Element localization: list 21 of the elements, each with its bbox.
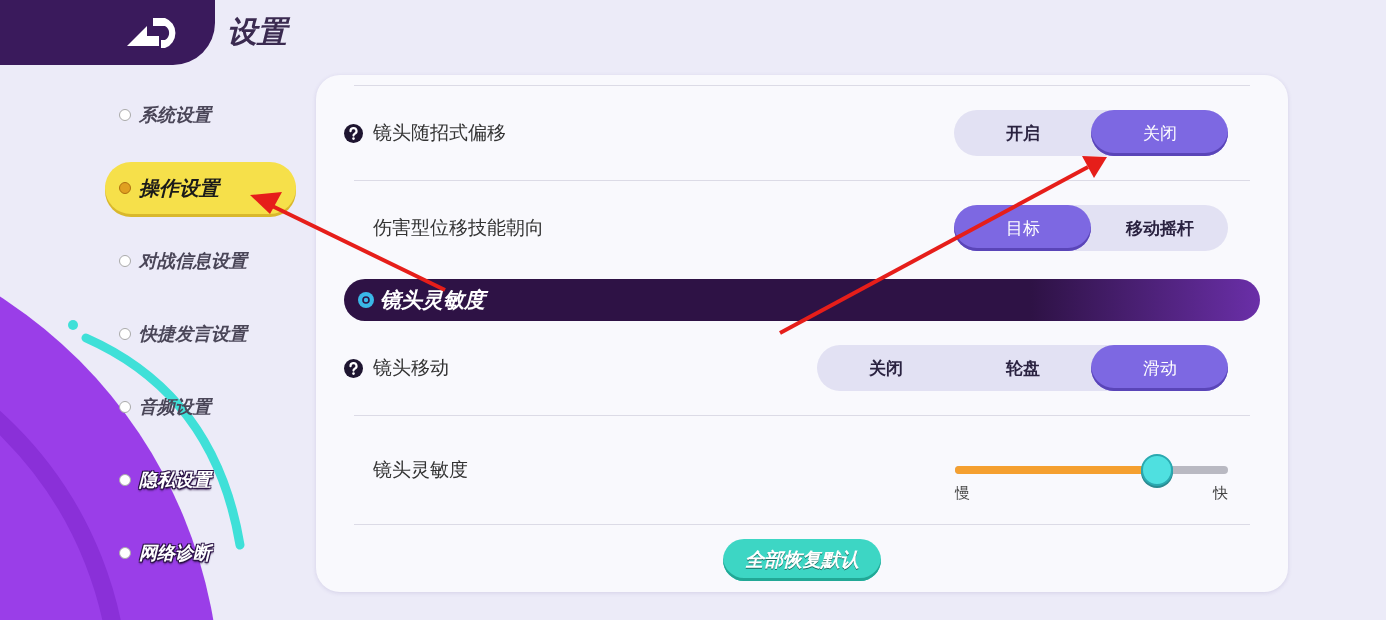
ball-icon <box>358 292 374 308</box>
max-label: 快 <box>1213 483 1228 503</box>
option-tab[interactable]: 滑动 <box>1091 345 1228 391</box>
nav-item[interactable]: 系统设置 <box>105 89 296 141</box>
nav-item[interactable]: 操作设置 <box>105 162 296 214</box>
option-tab[interactable]: 开启 <box>954 110 1091 156</box>
setting-label: 镜头移动 <box>373 355 449 380</box>
setting-label: 镜头灵敏度 <box>373 457 468 482</box>
option-tab[interactable]: 轮盘 <box>954 345 1091 391</box>
option-tab[interactable]: 移动摇杆 <box>1091 205 1228 251</box>
help-icon[interactable] <box>344 358 363 378</box>
slider-thumb[interactable] <box>1141 453 1173 486</box>
help-icon[interactable] <box>344 123 363 143</box>
min-label: 慢 <box>955 483 970 503</box>
option-tab[interactable]: 关闭 <box>1091 110 1228 156</box>
nav-item[interactable]: 对战信息设置 <box>105 235 296 287</box>
option-tab[interactable]: 目标 <box>954 205 1091 251</box>
setting-label: 镜头随招式偏移 <box>373 120 506 145</box>
option-tab[interactable]: 关闭 <box>817 345 954 391</box>
setting-label: 伤害型位移技能朝向 <box>373 215 544 240</box>
nav-item[interactable]: 快捷发言设置 <box>105 308 296 360</box>
